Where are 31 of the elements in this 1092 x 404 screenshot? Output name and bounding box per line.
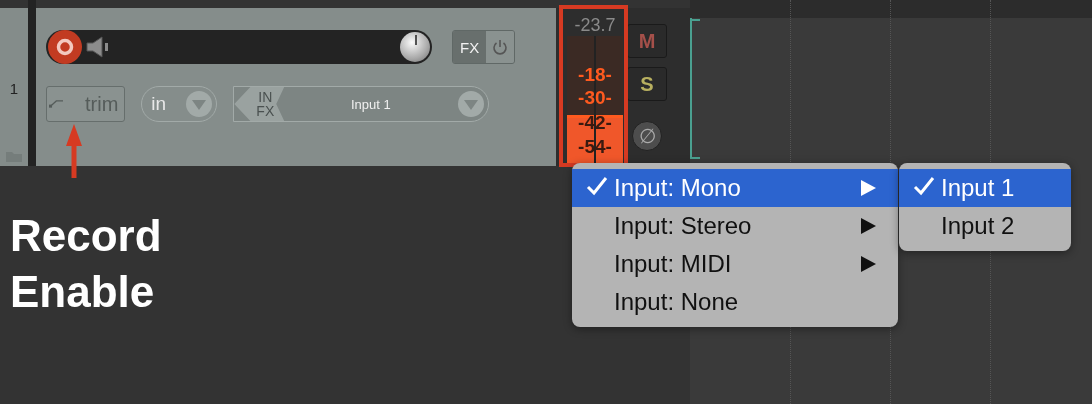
annotation-text: Enable	[10, 266, 156, 318]
annotation-text: Record	[10, 210, 162, 262]
input-select-dropdown[interactable]: IN FX Input 1	[233, 86, 490, 122]
solo-button[interactable]: S	[627, 67, 667, 101]
speaker-icon[interactable]	[86, 36, 110, 58]
fx-button[interactable]: FX	[452, 30, 516, 64]
power-icon	[492, 39, 509, 55]
menu-item[interactable]: Input: None	[572, 283, 898, 321]
submenu-arrow-icon	[860, 218, 876, 234]
dropdown-icon	[185, 90, 214, 118]
submenu-arrow-icon	[860, 180, 876, 196]
meter-scale-label: -30-	[577, 87, 613, 110]
meter-scale-label: -18-	[577, 64, 613, 86]
menu-item[interactable]: Input: MIDI	[572, 245, 898, 283]
menu-item[interactable]: Input 2	[899, 207, 1071, 245]
track-name-field[interactable]	[46, 30, 432, 64]
check-icon	[913, 176, 935, 196]
phase-button[interactable]: ∅	[632, 121, 662, 151]
dropdown-icon	[457, 90, 486, 118]
volume-knob[interactable]	[400, 32, 430, 62]
peak-readout: -23.7	[573, 15, 617, 35]
menu-item[interactable]: Input 1	[899, 169, 1071, 207]
check-icon	[586, 176, 608, 196]
track-number: 1	[9, 80, 19, 97]
input-fx-label[interactable]: IN FX	[234, 87, 285, 121]
trim-curve-icon	[49, 100, 63, 108]
record-arm-button[interactable]	[48, 30, 82, 64]
menu-item[interactable]: Input: Stereo	[572, 207, 898, 245]
submenu-arrow-icon	[860, 256, 876, 272]
annotation-callout	[66, 124, 82, 178]
menu-item[interactable]: Input: Mono	[572, 169, 898, 207]
